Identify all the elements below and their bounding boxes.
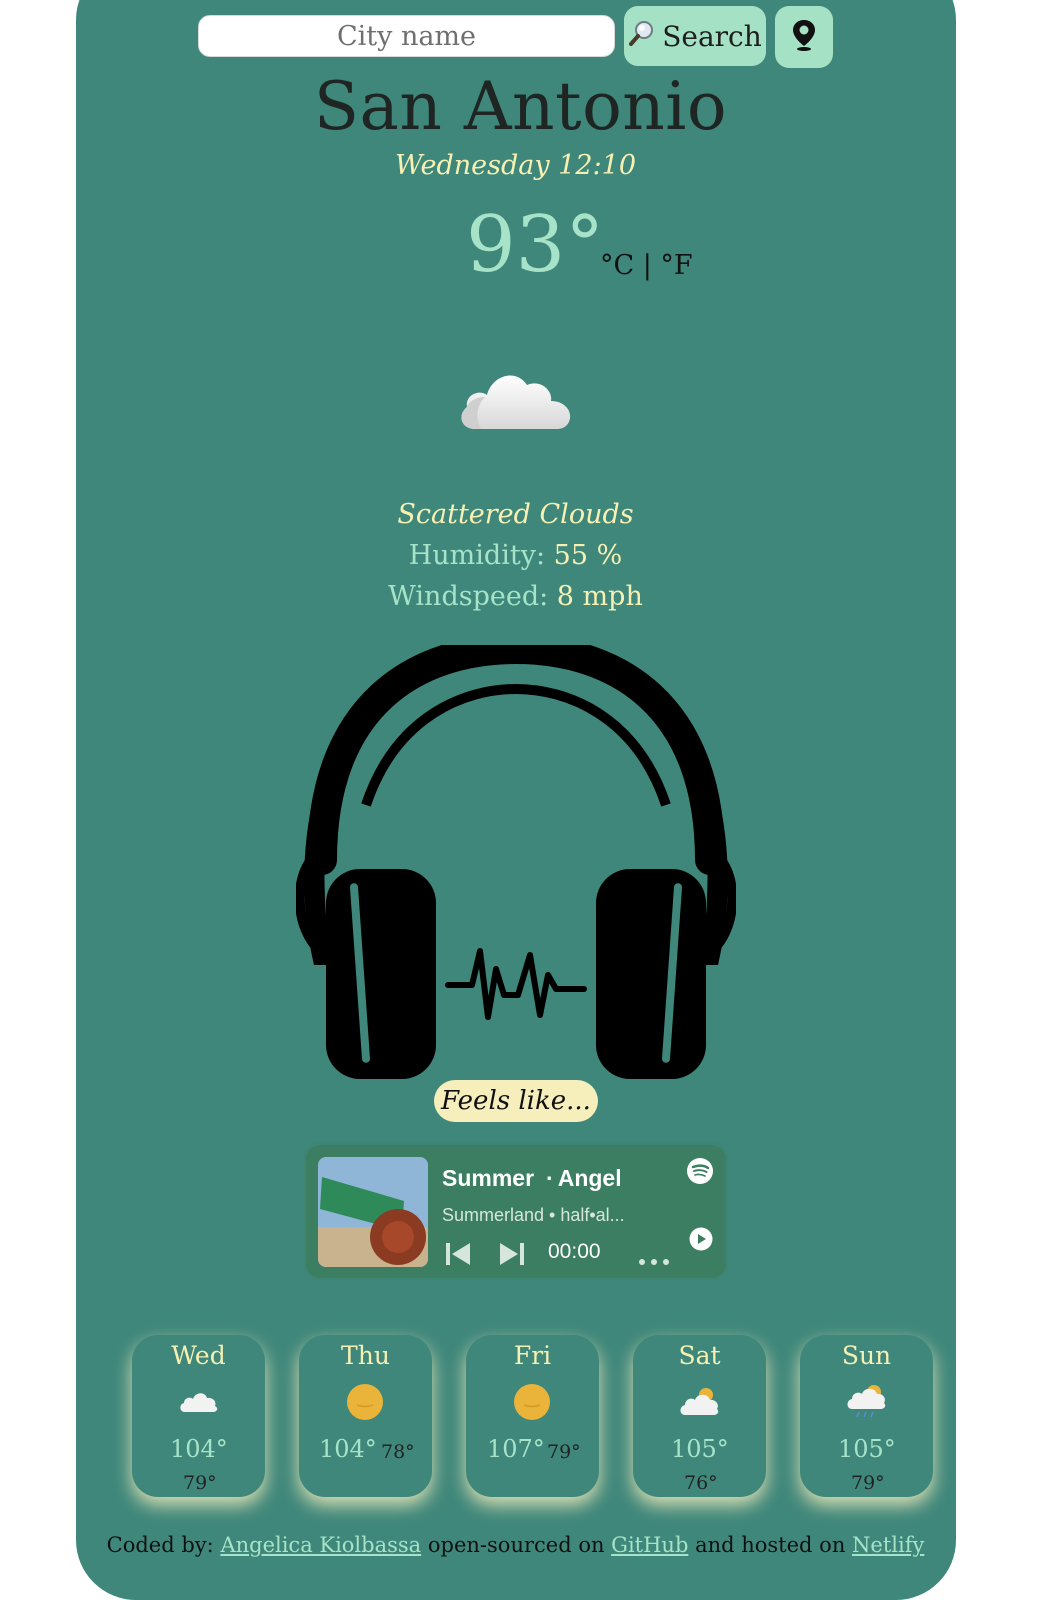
- feels-like-badge[interactable]: Feels like...: [434, 1080, 598, 1122]
- forecast-high: 105°: [671, 1435, 729, 1463]
- forecast-high: 105°: [838, 1435, 896, 1463]
- more-options-icon[interactable]: [638, 1251, 670, 1270]
- forecast-low: 76°: [684, 1472, 718, 1494]
- sun-icon: [346, 1383, 384, 1425]
- forecast-day-thu: Thu 104° 78°: [299, 1335, 432, 1497]
- forecast-low: 79°: [547, 1441, 581, 1463]
- sun-icon: [513, 1383, 551, 1425]
- spotify-player: Summer · Angel Summerland • half•al... 00:…: [304, 1143, 728, 1280]
- track-title[interactable]: Summer: [442, 1165, 534, 1191]
- play-button-icon[interactable]: [689, 1227, 713, 1255]
- location-pin-icon: [791, 18, 817, 56]
- windspeed-value: 8 mph: [556, 581, 643, 612]
- weather-description: Scattered Clouds: [397, 499, 634, 530]
- current-location-button[interactable]: [775, 6, 833, 68]
- city-name: San Antonio: [313, 68, 728, 145]
- current-temperature: 93°: [466, 200, 605, 290]
- forecast-high: 107°: [487, 1435, 545, 1463]
- playback-time: 00:00: [548, 1240, 601, 1263]
- netlify-link[interactable]: Netlify: [852, 1533, 924, 1557]
- footer-coded-by: Coded by:: [106, 1533, 214, 1557]
- humidity: Humidity: 55 %: [0, 540, 1031, 571]
- track-artist[interactable]: Angel: [558, 1165, 622, 1191]
- search-button-label: Search: [662, 19, 762, 53]
- forecast-high: 104°: [170, 1435, 228, 1463]
- forecast-day-name: Wed: [171, 1341, 226, 1370]
- forecast-high: 104°: [319, 1435, 377, 1463]
- footer: Coded by: Angelica Kiolbassa open-source…: [0, 1533, 1031, 1557]
- cloud-icon: [455, 365, 575, 439]
- magnifier-icon: [628, 19, 656, 54]
- github-link[interactable]: GitHub: [611, 1533, 688, 1557]
- forecast-low: 78°: [381, 1441, 415, 1463]
- humidity-value: 55 %: [553, 540, 623, 571]
- forecast-day-name: Thu: [341, 1341, 390, 1370]
- cloud-icon: [179, 1390, 219, 1418]
- humidity-label: Humidity:: [408, 540, 546, 571]
- track-separator: ·: [546, 1165, 554, 1191]
- unit-toggle[interactable]: °C | °F: [600, 250, 693, 281]
- forecast-low: 79°: [851, 1472, 885, 1494]
- forecast-day-wed: Wed 104° 79°: [132, 1335, 265, 1497]
- forecast-day-fri: Fri 107° 79°: [466, 1335, 599, 1497]
- rain-sun-icon: [847, 1383, 887, 1423]
- footer-hosted: and hosted on: [695, 1533, 846, 1557]
- forecast-day-name: Fri: [513, 1341, 552, 1370]
- forecast-low: 79°: [183, 1472, 217, 1494]
- forecast-day-sun: Sun 105° 79°: [800, 1335, 933, 1497]
- windspeed: Windspeed: 8 mph: [0, 581, 1031, 612]
- forecast-day-name: Sat: [678, 1341, 721, 1370]
- city-search-input[interactable]: [198, 15, 615, 57]
- next-track-icon[interactable]: [498, 1241, 526, 1271]
- current-datetime: Wednesday 12:10: [394, 150, 637, 181]
- author-link[interactable]: Angelica Kiolbassa: [220, 1533, 421, 1557]
- headphones-icon: [294, 633, 738, 1089]
- spotify-logo-icon: [686, 1157, 714, 1189]
- album-cover: [318, 1157, 428, 1267]
- windspeed-label: Windspeed:: [388, 581, 549, 612]
- forecast-day-sat: Sat 105° 76°: [633, 1335, 766, 1497]
- album-line: Summerland • half•al...: [442, 1205, 625, 1225]
- footer-open-sourced: open-sourced on: [427, 1533, 605, 1557]
- track-title-line: Summer · Angel: [442, 1165, 622, 1192]
- forecast-day-name: Sun: [841, 1341, 892, 1370]
- previous-track-icon[interactable]: [444, 1241, 472, 1271]
- partly-cloudy-icon: [680, 1385, 720, 1421]
- search-button[interactable]: Search: [624, 6, 766, 66]
